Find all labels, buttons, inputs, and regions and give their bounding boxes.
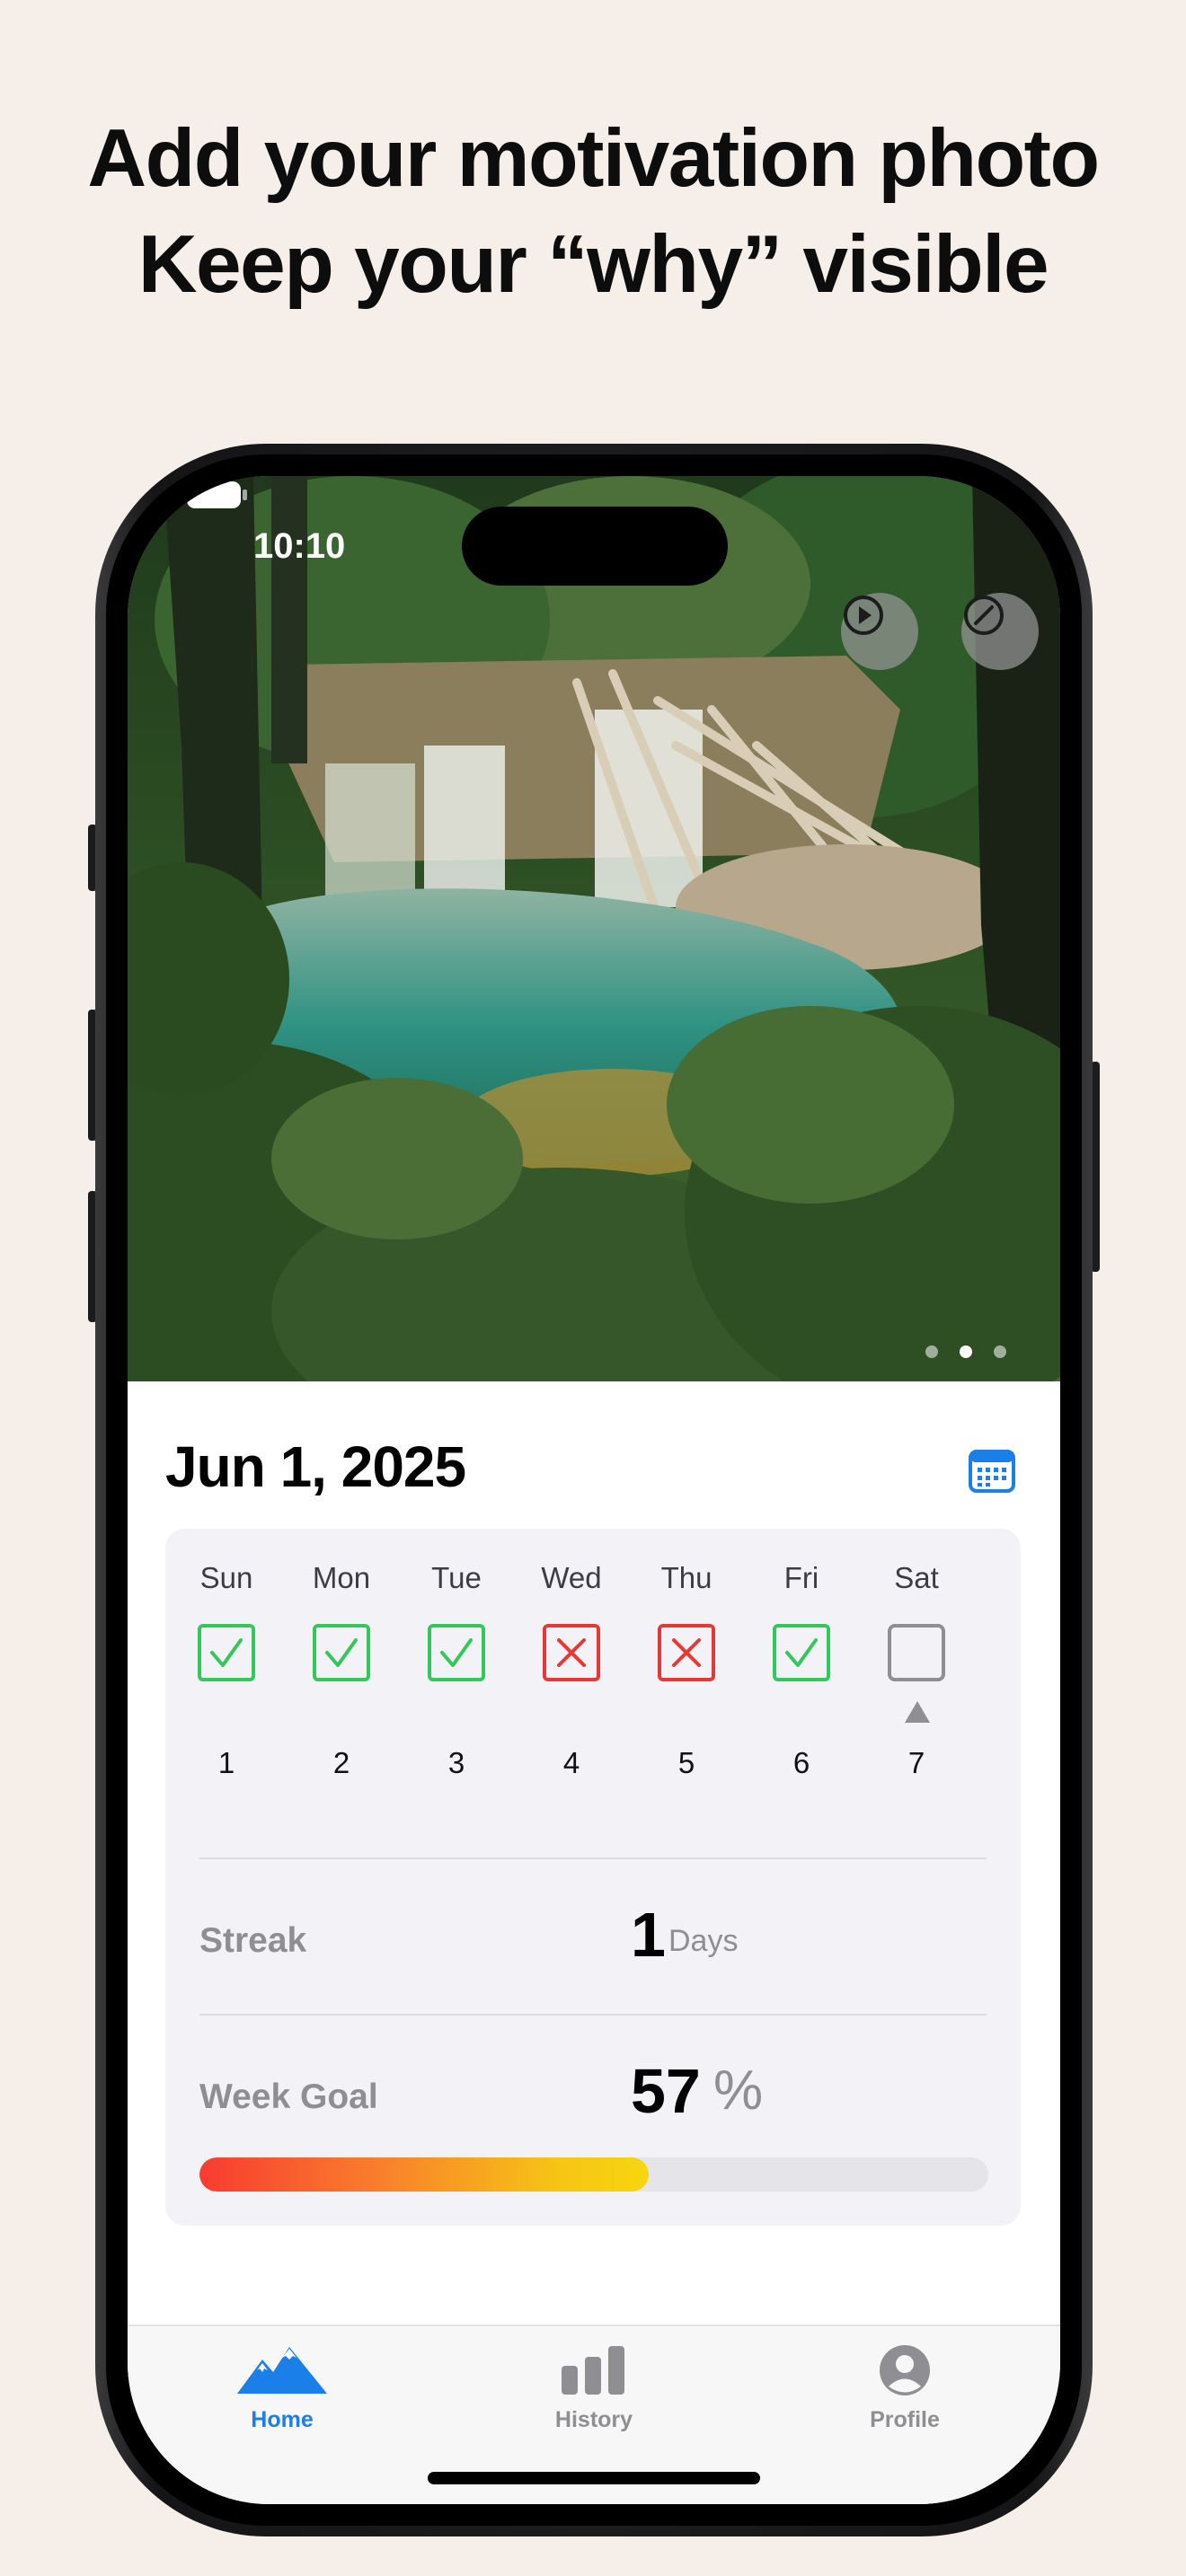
mountains-icon: [237, 2347, 327, 2394]
tab-home[interactable]: Home: [192, 2339, 372, 2433]
weekly-progress-card: Sun 1 Mon 2 Tue 3 Wed 4 Thu 5 Fri 6 Sat …: [165, 1529, 1021, 2226]
streak-label: Streak: [199, 1921, 307, 1960]
day-number: 4: [562, 1746, 580, 1779]
day-name: Fri: [783, 1561, 819, 1594]
current-date-title: Jun 1, 2025: [165, 1434, 466, 1499]
slash-circle-icon: [964, 595, 1004, 635]
day-name: Sun: [199, 1561, 253, 1594]
page-dot[interactable]: [925, 1345, 938, 1358]
cross-icon[interactable]: [658, 1624, 715, 1681]
headline-line-1: Add your motivation photo: [87, 113, 1100, 204]
home-indicator[interactable]: [428, 2472, 760, 2484]
week-goal-progress-fill: [199, 2157, 650, 2192]
divider: [199, 1857, 987, 1859]
calendar-icon[interactable]: [969, 1448, 1015, 1493]
headline-line-2: Keep your “why” visible: [137, 219, 1049, 310]
play-circle-icon: [844, 595, 883, 635]
page-dot-active[interactable]: [960, 1345, 972, 1358]
day-number: 5: [677, 1746, 695, 1779]
remove-photo-button[interactable]: [961, 593, 1039, 670]
checkmark-icon[interactable]: [773, 1624, 830, 1681]
divider: [199, 2014, 987, 2016]
app-screen: 10:10 Jun 1, 2025 Sun 1 Mon 2 Tue 3 Wed …: [128, 476, 1060, 2504]
today-marker-icon: [905, 1701, 930, 1723]
waterfall-forest-image: [128, 476, 1060, 1381]
day-number: 7: [907, 1746, 925, 1779]
day-number: 6: [792, 1746, 810, 1779]
day-name: Thu: [660, 1561, 712, 1594]
day-name: Wed: [541, 1561, 602, 1594]
tab-profile-label: Profile: [870, 2407, 940, 2432]
week-goal-unit: %: [713, 2060, 764, 2122]
checkmark-icon[interactable]: [198, 1624, 255, 1681]
tab-profile[interactable]: Profile: [815, 2339, 995, 2433]
status-time: 10:10: [253, 526, 346, 566]
marketing-headline: Add your motivation photo Keep your “why…: [0, 106, 1186, 318]
tab-history[interactable]: History: [504, 2339, 684, 2433]
empty-checkbox-icon[interactable]: [888, 1624, 945, 1681]
week-goal-value: 57: [631, 2056, 701, 2126]
streak-unit: Days: [668, 1924, 739, 1958]
week-goal-progress-bar: [199, 2157, 988, 2192]
day-name: Sat: [894, 1561, 939, 1594]
day-number: 3: [447, 1746, 465, 1779]
page-dot[interactable]: [994, 1345, 1006, 1358]
person-circle-icon: [880, 2345, 930, 2395]
bar-chart-icon: [562, 2346, 624, 2395]
battery-icon: [187, 481, 247, 508]
play-photo-button[interactable]: [841, 593, 918, 670]
cross-icon[interactable]: [543, 1624, 600, 1681]
day-name: Mon: [312, 1561, 371, 1594]
wifi-icon: [133, 481, 173, 511]
dynamic-island: [462, 507, 728, 586]
tab-history-label: History: [554, 2407, 633, 2432]
day-number: 2: [332, 1746, 350, 1779]
checkmark-icon[interactable]: [313, 1624, 370, 1681]
photo-page-indicator[interactable]: [925, 1345, 1006, 1358]
day-number: 1: [217, 1746, 235, 1779]
motivation-photo[interactable]: 10:10: [128, 476, 1060, 1381]
week-goal-label: Week Goal: [199, 2078, 378, 2116]
checkmark-icon[interactable]: [428, 1624, 485, 1681]
tab-home-label: Home: [251, 2407, 314, 2432]
streak-value: 1: [631, 1900, 666, 1970]
day-name: Tue: [431, 1561, 482, 1594]
status-icons: [133, 481, 247, 511]
